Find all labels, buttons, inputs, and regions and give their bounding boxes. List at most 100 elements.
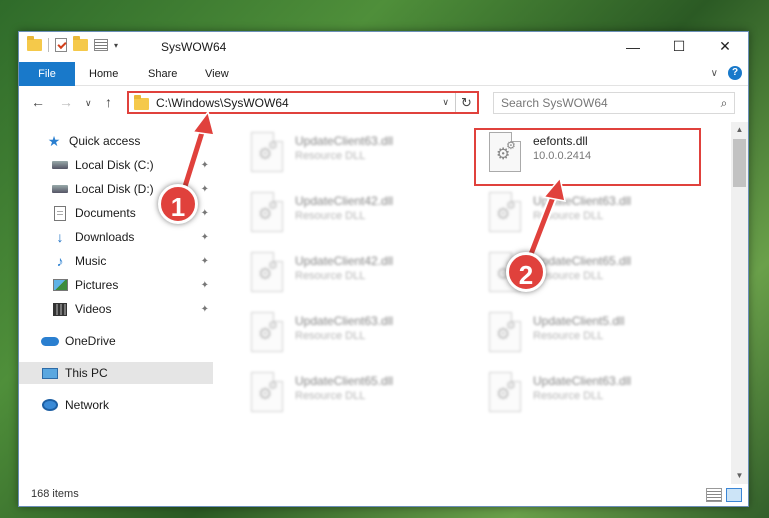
pin-icon[interactable]: ✦ — [201, 184, 209, 195]
address-dropdown-icon[interactable]: ∨ — [442, 97, 449, 108]
sidebar-item-quick-access[interactable]: ★ Quick access — [19, 130, 213, 152]
properties-check-icon[interactable] — [55, 38, 67, 52]
dll-file-icon: ⚙⚙ — [251, 312, 283, 352]
tab-home[interactable]: Home — [75, 62, 132, 86]
list-item[interactable]: ⚙ ⚙ UpdateClient63.dll Resource DLL — [479, 188, 699, 238]
ribbon-tabs: File Home Share View ∨ ? — [19, 62, 748, 86]
large-icons-view-icon[interactable] — [726, 488, 742, 502]
new-folder-icon[interactable] — [73, 36, 88, 51]
videos-icon — [51, 301, 69, 317]
explorer-window: ▾ SysWOW64 — ☐ ✕ File Home Share View ∨ … — [18, 31, 749, 507]
eefonts-highlight-box — [474, 128, 701, 186]
pin-icon[interactable]: ✦ — [201, 160, 209, 171]
network-icon — [41, 397, 59, 413]
help-icon[interactable]: ? — [728, 66, 742, 80]
file-name: UpdateClient65.dll — [295, 374, 394, 388]
search-icon[interactable]: ⌕ — [714, 96, 734, 111]
list-item[interactable]: ⚙ ⚙ UpdateClient42.dll Resource DLL — [241, 248, 461, 298]
up-arrow-icon[interactable]: ↑ — [105, 94, 112, 110]
file-description: Resource DLL — [295, 330, 366, 342]
vertical-scrollbar[interactable]: ▲ ▼ — [731, 122, 748, 484]
address-row: ← → ∨ ↑ C:\Windows\SysWOW64 ∨ ↻ Search S… — [19, 87, 748, 119]
refresh-icon[interactable]: ↻ — [455, 93, 477, 112]
sidebar-item-videos[interactable]: Videos ✦ — [19, 298, 213, 320]
maximize-button[interactable]: ☐ — [656, 32, 702, 61]
sidebar-item-label: Local Disk (D:) — [75, 182, 154, 196]
file-description: Resource DLL — [295, 390, 366, 402]
ribbon-right-controls: ∨ ? — [711, 66, 742, 80]
address-path[interactable]: C:\Windows\SysWOW64 — [156, 96, 442, 110]
address-bar[interactable]: C:\Windows\SysWOW64 ∨ ↻ — [127, 91, 479, 114]
navigation-pane: ★ Quick access Local Disk (C:) ✦ Local D… — [19, 124, 213, 474]
disk-icon — [51, 181, 69, 197]
list-item[interactable]: ⚙ ⚙ UpdateClient42.dll Resource DLL — [241, 188, 461, 238]
scroll-up-icon[interactable]: ▲ — [731, 122, 748, 138]
properties-icon[interactable] — [94, 39, 108, 51]
download-icon: ↓ — [56, 229, 64, 245]
close-button[interactable]: ✕ — [702, 32, 748, 61]
sidebar-item-label: This PC — [65, 366, 108, 380]
file-name: UpdateClient42.dll — [295, 254, 394, 268]
expand-ribbon-icon[interactable]: ∨ — [711, 68, 718, 79]
search-box[interactable]: Search SysWOW64 ⌕ — [493, 92, 735, 114]
sidebar-item-downloads[interactable]: ↓ Downloads ✦ — [19, 226, 213, 248]
sidebar-item-label: Network — [65, 398, 110, 412]
file-description: Resource DLL — [533, 330, 604, 342]
file-description: Resource DLL — [295, 150, 366, 162]
computer-icon — [41, 365, 59, 381]
title-bar: ▾ SysWOW64 — ☐ ✕ — [19, 32, 748, 62]
list-item[interactable]: ⚙⚙ UpdateClient65.dll Resource DLL — [241, 368, 461, 418]
tab-share[interactable]: Share — [134, 62, 191, 86]
file-name: UpdateClient65.dll — [533, 254, 632, 268]
search-input[interactable]: Search SysWOW64 — [501, 96, 714, 110]
sidebar-item-network[interactable]: Network — [19, 394, 213, 416]
recent-locations-icon[interactable]: ∨ — [85, 98, 92, 109]
sidebar-item-label: Videos — [75, 302, 112, 316]
back-arrow-icon[interactable]: ← — [31, 94, 45, 110]
minimize-button[interactable]: — — [610, 32, 656, 61]
forward-arrow-icon[interactable]: → — [59, 94, 73, 110]
pin-icon[interactable]: ✦ — [201, 280, 209, 291]
tab-file[interactable]: File — [19, 62, 75, 86]
window-title: SysWOW64 — [161, 40, 227, 54]
window-controls: — ☐ ✕ — [610, 32, 748, 61]
toolbar-divider — [48, 38, 49, 52]
star-icon: ★ — [47, 132, 61, 149]
sidebar-item-local-disk-c[interactable]: Local Disk (C:) ✦ — [19, 154, 213, 176]
scroll-down-icon[interactable]: ▼ — [731, 468, 748, 484]
status-bar: 168 items — [19, 484, 748, 506]
sidebar-item-label: Music — [75, 254, 107, 268]
folder-icon — [27, 36, 42, 51]
pin-icon[interactable]: ✦ — [201, 256, 209, 267]
sidebar-item-label: OneDrive — [65, 334, 116, 348]
file-name: UpdateClient5.dll — [533, 314, 625, 328]
scrollbar-thumb[interactable] — [733, 139, 746, 187]
list-item[interactable]: ⚙ ⚙ UpdateClient5.dll Resource DLL — [479, 308, 699, 358]
list-item[interactable]: ⚙ ⚙ UpdateClient63.dll Resource DLL — [479, 368, 699, 418]
pin-icon[interactable]: ✦ — [201, 208, 209, 219]
dll-file-icon: ⚙⚙ — [251, 132, 283, 172]
dll-file-icon: ⚙⚙ — [251, 252, 283, 292]
sidebar-item-music[interactable]: ♪ Music ✦ — [19, 250, 213, 272]
file-description: Resource DLL — [295, 270, 366, 282]
tab-view[interactable]: View — [191, 62, 243, 86]
details-view-icon[interactable] — [706, 488, 722, 502]
file-name: UpdateClient63.dll — [533, 374, 632, 388]
sidebar-item-this-pc[interactable]: This PC — [19, 362, 213, 384]
dll-file-icon: ⚙⚙ — [251, 192, 283, 232]
sidebar-item-pictures[interactable]: Pictures ✦ — [19, 274, 213, 296]
customize-toolbar-icon[interactable]: ▾ — [114, 41, 118, 50]
dll-file-icon: ⚙⚙ — [251, 372, 283, 412]
folder-icon — [134, 95, 149, 110]
sidebar-item-onedrive[interactable]: OneDrive — [19, 330, 213, 352]
dll-file-icon: ⚙⚙ — [489, 372, 521, 412]
pin-icon[interactable]: ✦ — [201, 304, 209, 315]
cloud-icon — [41, 333, 59, 349]
sidebar-item-label: Downloads — [75, 230, 135, 244]
list-item[interactable]: ⚙ ⚙ UpdateClient63.dll Resource DLL — [241, 128, 461, 178]
list-item[interactable]: ⚙ ⚙ UpdateClient63.dll Resource DLL — [241, 308, 461, 358]
file-description: Resource DLL — [295, 210, 366, 222]
quick-access-toolbar: ▾ — [27, 36, 118, 52]
pin-icon[interactable]: ✦ — [201, 232, 209, 243]
item-count: 168 items — [31, 488, 79, 500]
